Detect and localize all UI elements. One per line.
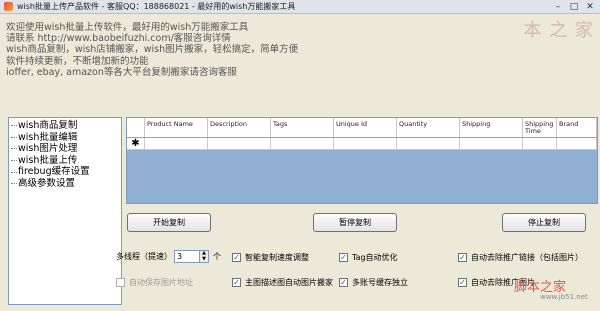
start-copy-button[interactable]: 开始复制 <box>127 213 211 232</box>
check-icon[interactable]: ✓ <box>458 253 467 262</box>
notice-line: 软件持续更新，不断增加新的功能 <box>6 55 149 67</box>
table-row[interactable]: ✱ <box>127 138 597 150</box>
new-row-marker: ✱ <box>127 138 145 149</box>
threads-stepper[interactable]: 3 ▲ ▼ <box>174 250 209 263</box>
col-header[interactable]: Shipping Time <box>523 118 557 137</box>
col-header[interactable]: Brand <box>557 118 597 137</box>
window-title: wish批量上传产品软件 - 客服QQ：188868021 - 最好用的wish… <box>17 2 296 11</box>
pause-copy-button[interactable]: 暂停复制 <box>313 213 397 232</box>
notice-line: wish商品复制，wish店铺搬家，wish图片搬家，轻松搞定，简单方便 <box>6 44 299 56</box>
row-header-corner <box>127 118 145 137</box>
tree-item-copy[interactable]: wish商品复制 <box>9 120 121 132</box>
watermark-url: www.jb51.net <box>540 293 588 301</box>
threads-label: 多线程（提速） <box>116 252 172 261</box>
check-icon[interactable]: ✓ <box>339 278 348 287</box>
check-icon[interactable]: ✓ <box>232 278 241 287</box>
app-icon <box>4 2 13 11</box>
col-header[interactable]: Description <box>208 118 271 137</box>
tree-item-image-process[interactable]: wish图片处理 <box>9 143 121 155</box>
title-bar: wish批量上传产品软件 - 客服QQ：188868021 - 最好用的wish… <box>0 0 600 14</box>
product-grid[interactable]: Product Name Description Tags Unique Id … <box>126 117 598 204</box>
nav-tree: wish商品复制 wish批量编辑 wish图片处理 wish批量上传 fire… <box>8 117 122 305</box>
tree-item-firebug-cache[interactable]: firebug缓存设置 <box>9 166 121 178</box>
grid-cell[interactable] <box>334 138 397 149</box>
notice-text-area[interactable]: 欢迎使用wish批量上传软件，最好用的wish万能搬家工具 请联系 http:/… <box>4 16 598 112</box>
tree-item-batch-upload[interactable]: wish批量上传 <box>9 155 121 167</box>
grid-cell[interactable] <box>397 138 460 149</box>
stop-copy-button[interactable]: 停止复制 <box>502 213 586 232</box>
checkbox-empty-icon[interactable]: ✓ <box>116 278 125 287</box>
tree-item-batch-edit[interactable]: wish批量编辑 <box>9 132 121 144</box>
notice-line: 请联系 http://www.baobeifuzhi.com/客服咨询详情 <box>6 33 231 45</box>
threads-option: 多线程（提速） 3 ▲ ▼ 个 <box>116 250 221 263</box>
multi-account-cache-checkbox[interactable]: ✓ 多账号缓存独立 <box>339 277 408 288</box>
auto-save-images-checkbox[interactable]: ✓ 自动保存图片地址 <box>116 277 193 288</box>
main-image-filter-checkbox[interactable]: ✓ 主图描述图自动图片搬家 <box>232 277 333 288</box>
remove-promo-links-checkbox[interactable]: ✓ 自动去除推广链接（包括图片） <box>458 252 583 263</box>
notice-line: ioffer, ebay, amazon等各大平台复制搬家请咨询客服 <box>6 66 237 78</box>
notice-line: 欢迎使用wish批量上传软件，最好用的wish万能搬家工具 <box>6 22 249 33</box>
threads-unit: 个 <box>213 252 221 261</box>
tag-optimize-checkbox[interactable]: ✓ Tag自动优化 <box>339 252 398 263</box>
grid-cell[interactable] <box>460 138 523 149</box>
col-header[interactable]: Unique Id <box>334 118 397 137</box>
tree-item-advanced[interactable]: 高级参数设置 <box>9 178 121 190</box>
grid-cell[interactable] <box>145 138 208 149</box>
maximize-button[interactable]: □ <box>566 1 582 13</box>
watermark-top: 本 之 家 <box>523 20 594 41</box>
minimize-button[interactable]: – <box>550 1 566 13</box>
col-header[interactable]: Quantity <box>397 118 460 137</box>
col-header[interactable]: Product Name <box>145 118 208 137</box>
grid-cell[interactable] <box>208 138 271 149</box>
smart-speed-checkbox[interactable]: ✓ 智能复制速度调整 <box>232 252 309 263</box>
check-icon[interactable]: ✓ <box>458 278 467 287</box>
grid-cell[interactable] <box>557 138 597 149</box>
check-icon[interactable]: ✓ <box>339 253 348 262</box>
close-button[interactable]: ✕ <box>582 1 598 13</box>
grid-cell[interactable] <box>523 138 557 149</box>
col-header[interactable]: Tags <box>271 118 334 137</box>
grid-cell[interactable] <box>271 138 334 149</box>
check-icon[interactable]: ✓ <box>232 253 241 262</box>
threads-input[interactable]: 3 <box>174 250 200 263</box>
grid-header: Product Name Description Tags Unique Id … <box>127 118 597 138</box>
col-header[interactable]: Shipping <box>460 118 523 137</box>
spin-down-icon[interactable]: ▼ <box>200 256 208 263</box>
